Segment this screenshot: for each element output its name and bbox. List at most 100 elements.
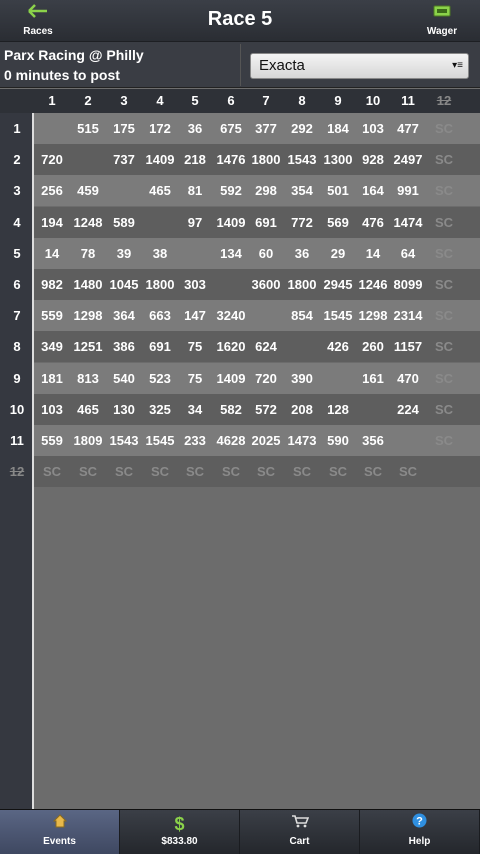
payout-cell[interactable]: 224 [390, 394, 426, 425]
payout-cell[interactable]: 161 [355, 363, 391, 394]
payout-cell[interactable]: 559 [34, 425, 70, 456]
payout-cell[interactable]: 582 [213, 394, 249, 425]
tab-cart[interactable]: Cart [240, 810, 360, 854]
payout-cell[interactable]: 1800 [248, 144, 284, 175]
payout-cell[interactable]: 377 [248, 113, 284, 144]
payout-cell[interactable]: 477 [390, 113, 426, 144]
payout-cell[interactable]: 14 [355, 238, 391, 269]
payout-cell[interactable]: 233 [177, 425, 213, 456]
payout-cell[interactable]: 1543 [106, 425, 142, 456]
payout-cell[interactable]: 1251 [70, 331, 106, 362]
races-button[interactable]: Races [8, 4, 68, 40]
payout-cell[interactable]: 64 [390, 238, 426, 269]
payout-cell[interactable]: 78 [70, 238, 106, 269]
payout-cell[interactable]: 164 [355, 175, 391, 206]
payout-cell[interactable]: 523 [142, 363, 178, 394]
payout-cell[interactable]: 103 [34, 394, 70, 425]
payout-cell[interactable]: 465 [70, 394, 106, 425]
payout-cell[interactable]: 298 [248, 175, 284, 206]
payout-cell[interactable]: 390 [284, 363, 320, 394]
payout-cell[interactable]: 39 [106, 238, 142, 269]
payout-cell[interactable]: 1800 [142, 269, 178, 300]
payout-cell[interactable]: 720 [34, 144, 70, 175]
payout-cell[interactable]: 325 [142, 394, 178, 425]
payout-cell[interactable]: 349 [34, 331, 70, 362]
payout-cell[interactable]: 130 [106, 394, 142, 425]
payout-cell[interactable]: 1409 [142, 144, 178, 175]
payout-cell[interactable]: 38 [142, 238, 178, 269]
tab-home[interactable]: Events [0, 810, 120, 854]
payout-cell[interactable]: 194 [34, 207, 70, 238]
payout-cell[interactable]: 1545 [320, 300, 356, 331]
payout-cell[interactable]: 81 [177, 175, 213, 206]
payout-cell[interactable]: 1157 [390, 331, 426, 362]
payout-cell[interactable]: 97 [177, 207, 213, 238]
payout-cell[interactable]: 356 [355, 425, 391, 456]
payout-cell[interactable]: 982 [34, 269, 70, 300]
payout-cell[interactable]: 386 [106, 331, 142, 362]
payout-cell[interactable]: 3600 [248, 269, 284, 300]
payout-cell[interactable]: 256 [34, 175, 70, 206]
payout-cell[interactable]: 691 [142, 331, 178, 362]
payout-cell[interactable]: 772 [284, 207, 320, 238]
payout-cell[interactable]: 515 [70, 113, 106, 144]
payout-cell[interactable]: 8099 [390, 269, 426, 300]
payout-cell[interactable]: 991 [390, 175, 426, 206]
tab-dollar[interactable]: $ $833.80 [120, 810, 240, 854]
payout-cell[interactable]: 465 [142, 175, 178, 206]
payout-cell[interactable]: 1476 [213, 144, 249, 175]
payout-cell[interactable]: 470 [390, 363, 426, 394]
payout-cell[interactable]: 569 [320, 207, 356, 238]
payout-cell[interactable]: 540 [106, 363, 142, 394]
payout-cell[interactable]: 459 [70, 175, 106, 206]
payout-cell[interactable]: 172 [142, 113, 178, 144]
payout-cell[interactable]: 1800 [284, 269, 320, 300]
payout-cell[interactable]: 2497 [390, 144, 426, 175]
payout-cell[interactable]: 1473 [284, 425, 320, 456]
payout-cell[interactable]: 1545 [142, 425, 178, 456]
payout-cell[interactable]: 29 [320, 238, 356, 269]
payout-cell[interactable]: 175 [106, 113, 142, 144]
payout-cell[interactable]: 260 [355, 331, 391, 362]
payout-cell[interactable]: 364 [106, 300, 142, 331]
payout-cell[interactable]: 36 [177, 113, 213, 144]
payout-cell[interactable]: 813 [70, 363, 106, 394]
payout-cell[interactable]: 14 [34, 238, 70, 269]
payout-cell[interactable]: 1809 [70, 425, 106, 456]
payout-cell[interactable]: 181 [34, 363, 70, 394]
payout-cell[interactable]: 218 [177, 144, 213, 175]
payout-cell[interactable]: 2025 [248, 425, 284, 456]
payout-cell[interactable]: 1045 [106, 269, 142, 300]
payout-cell[interactable]: 34 [177, 394, 213, 425]
payout-cell[interactable]: 354 [284, 175, 320, 206]
payout-cell[interactable]: 2945 [320, 269, 356, 300]
payout-cell[interactable]: 624 [248, 331, 284, 362]
payout-cell[interactable]: 1620 [213, 331, 249, 362]
tab-help[interactable]: ? Help [360, 810, 480, 854]
payout-cell[interactable]: 691 [248, 207, 284, 238]
payout-cell[interactable]: 75 [177, 363, 213, 394]
payout-cell[interactable]: 1409 [213, 363, 249, 394]
payout-cell[interactable]: 589 [106, 207, 142, 238]
payout-cell[interactable]: 501 [320, 175, 356, 206]
bet-type-select[interactable]: Exacta ▾≡ [250, 53, 469, 79]
payout-cell[interactable]: 303 [177, 269, 213, 300]
payout-cell[interactable]: 75 [177, 331, 213, 362]
payout-cell[interactable]: 4628 [213, 425, 249, 456]
payout-cell[interactable]: 1248 [70, 207, 106, 238]
payout-cell[interactable]: 1474 [390, 207, 426, 238]
payout-cell[interactable]: 663 [142, 300, 178, 331]
payout-cell[interactable]: 592 [213, 175, 249, 206]
payout-cell[interactable]: 184 [320, 113, 356, 144]
payout-cell[interactable]: 720 [248, 363, 284, 394]
payout-cell[interactable]: 60 [248, 238, 284, 269]
payout-cell[interactable]: 1298 [70, 300, 106, 331]
payout-cell[interactable]: 103 [355, 113, 391, 144]
payout-cell[interactable]: 675 [213, 113, 249, 144]
payout-cell[interactable]: 928 [355, 144, 391, 175]
payout-cell[interactable]: 2314 [390, 300, 426, 331]
payout-cell[interactable]: 559 [34, 300, 70, 331]
payout-cell[interactable]: 1300 [320, 144, 356, 175]
wager-button[interactable]: Wager [412, 4, 472, 40]
payout-cell[interactable]: 208 [284, 394, 320, 425]
